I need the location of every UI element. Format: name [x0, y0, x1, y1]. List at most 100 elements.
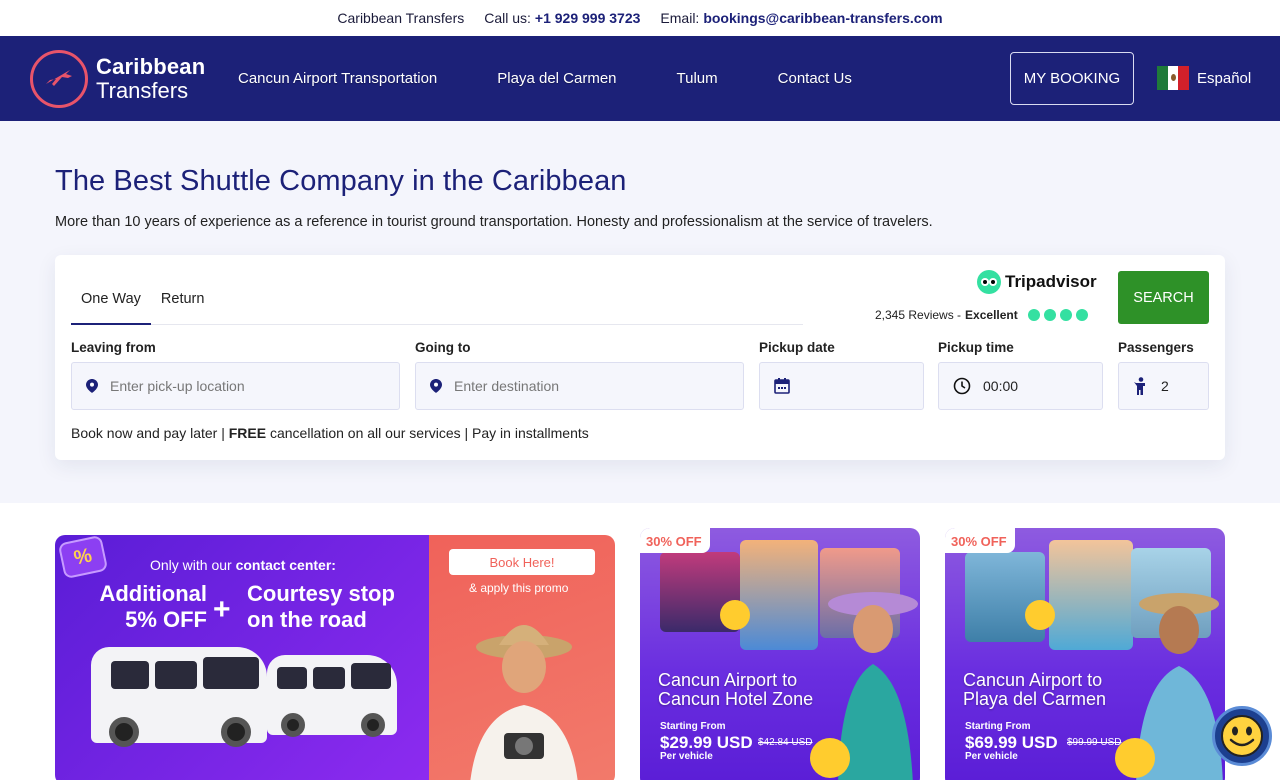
- email-link[interactable]: bookings@caribbean-transfers.com: [703, 10, 942, 26]
- pickup-time-value: 00:00: [983, 378, 1019, 394]
- smiley-emoji-icon: [810, 738, 850, 778]
- passengers-field: Passengers 2: [1118, 340, 1209, 410]
- discount-badge: 30% OFF: [945, 528, 1015, 553]
- pickup-time-input[interactable]: 00:00: [938, 362, 1103, 410]
- clock-icon: [953, 377, 971, 395]
- company-name: Caribbean Transfers: [337, 10, 465, 26]
- deal-title-line2: Playa del Carmen: [963, 689, 1107, 710]
- nav-link-contact[interactable]: Contact Us: [778, 70, 852, 87]
- promotions-section: % Only with our contact center: Addition…: [0, 503, 1280, 780]
- starting-from-label: Starting From: [965, 721, 1031, 732]
- leaving-from-field: Leaving from Enter pick-up location: [71, 340, 400, 410]
- promo-offer-line1: Additional: [99, 581, 207, 606]
- van-image: [91, 647, 267, 747]
- passengers-value: 2: [1161, 378, 1169, 394]
- hero-section: The Best Shuttle Company in the Caribbea…: [0, 121, 1280, 503]
- deal-title-line1: Cancun Airport to: [658, 670, 798, 690]
- deal-photo: [740, 540, 818, 650]
- nav-link-tulum[interactable]: Tulum: [677, 70, 718, 87]
- email-label: Email:: [660, 10, 700, 26]
- book-here-button[interactable]: Book Here!: [449, 549, 595, 575]
- going-to-input[interactable]: Enter destination: [415, 362, 744, 410]
- pickup-date-input[interactable]: [759, 362, 924, 410]
- note-prefix: Book now and pay later |: [71, 425, 225, 441]
- apply-promo-text: & apply this promo: [469, 581, 569, 595]
- call-label: Call us:: [484, 10, 531, 26]
- logo[interactable]: Caribbean Transfers: [30, 49, 210, 108]
- promo-offer-line2: 5% OFF: [125, 607, 207, 633]
- going-to-field: Going to Enter destination: [415, 340, 744, 410]
- leaving-from-label: Leaving from: [71, 340, 156, 355]
- phone-link[interactable]: +1 929 999 3723: [535, 10, 641, 26]
- deal-old-price: $42.84 USD: [758, 737, 813, 748]
- logo-line2: Transfers: [96, 77, 189, 103]
- promo-contact-bold: contact center:: [235, 557, 336, 573]
- language-switch[interactable]: Español: [1157, 66, 1251, 90]
- person-icon: [1134, 377, 1145, 395]
- promo-courtesy-line1: Courtesy stop: [247, 581, 395, 606]
- leaving-from-input[interactable]: Enter pick-up location: [71, 362, 400, 410]
- tripadvisor-owl-icon: [977, 270, 1001, 294]
- reviews-rating: Excellent: [965, 308, 1018, 322]
- promo-contact-text: Only with our contact center:: [150, 557, 336, 573]
- discount-badge: 30% OFF: [640, 528, 710, 553]
- tab-one-way[interactable]: One Way: [71, 281, 151, 325]
- smiley-emoji-icon: [720, 600, 750, 630]
- promo-book-panel: Book Here! & apply this promo: [429, 535, 615, 780]
- deal-price: $29.99 USD: [660, 733, 753, 752]
- nav-links: Cancun Airport Transportation Playa del …: [238, 70, 852, 87]
- mexico-flag-icon: [1157, 66, 1190, 90]
- smiley-emoji-icon: [1025, 600, 1055, 630]
- passengers-input[interactable]: 2: [1118, 362, 1209, 410]
- note-free: FREE: [228, 425, 267, 441]
- going-to-placeholder: Enter destination: [454, 378, 560, 394]
- logo-line1: Caribbean: [96, 53, 206, 79]
- starting-from-label: Starting From: [660, 721, 726, 732]
- passengers-label: Passengers: [1118, 340, 1194, 355]
- phone-info: Call us: +1 929 999 3723: [484, 10, 640, 26]
- rating-dots: [1027, 309, 1088, 321]
- contact-center-promo-banner[interactable]: % Only with our contact center: Addition…: [55, 535, 615, 780]
- deal-title: Cancun Airport to Cancun Hotel Zone: [658, 670, 814, 710]
- pickup-date-field: Pickup date: [759, 340, 924, 410]
- deal-title-line1: Cancun Airport to: [963, 670, 1103, 690]
- search-button[interactable]: SEARCH: [1118, 271, 1209, 324]
- calendar-icon: [774, 378, 790, 394]
- page-title: The Best Shuttle Company in the Caribbea…: [55, 165, 627, 197]
- main-nav: Caribbean Transfers Cancun Airport Trans…: [0, 36, 1280, 121]
- deal-title-line2: Cancun Hotel Zone: [658, 689, 814, 710]
- percent-badge-icon: %: [57, 535, 109, 580]
- going-to-label: Going to: [415, 340, 471, 355]
- pickup-time-label: Pickup time: [938, 340, 1014, 355]
- chat-widget-button[interactable]: [1212, 706, 1272, 766]
- promo-offer-panel: % Only with our contact center: Addition…: [55, 535, 429, 780]
- promo-courtesy-line2: on the road: [247, 607, 367, 633]
- language-label: Español: [1197, 69, 1252, 87]
- tripadvisor-name: Tripadvisor: [1005, 272, 1097, 291]
- note-suffix: cancellation on all our services | Pay i…: [269, 425, 589, 441]
- deal-title: Cancun Airport to Playa del Carmen: [963, 670, 1107, 710]
- search-form: One Way Return Tripadvisor 2,345 Reviews…: [55, 255, 1225, 460]
- pickup-time-field: Pickup time 00:00: [938, 340, 1103, 410]
- leaving-from-placeholder: Enter pick-up location: [110, 378, 245, 394]
- per-vehicle-label: Per vehicle: [965, 751, 1018, 762]
- nav-link-cancun-airport[interactable]: Cancun Airport Transportation: [238, 70, 437, 87]
- tripadvisor-badge[interactable]: Tripadvisor: [977, 270, 1097, 294]
- deal-card-playa-del-carmen[interactable]: 30% OFF Cancun Airport to Playa del Carm…: [945, 528, 1225, 780]
- booking-note: Book now and pay later | FREE cancellati…: [71, 425, 589, 441]
- tripadvisor-reviews: 2,345 Reviews - Excellent: [875, 308, 1088, 322]
- promo-courtesy-text: Courtesy stop on the road: [247, 581, 395, 634]
- location-pin-icon: [430, 379, 442, 393]
- tab-return[interactable]: Return: [151, 281, 215, 325]
- pickup-date-label: Pickup date: [759, 340, 835, 355]
- nav-link-playa-del-carmen[interactable]: Playa del Carmen: [497, 70, 616, 87]
- reviews-count: 2,345 Reviews -: [875, 308, 962, 322]
- logo-plane-icon: [30, 49, 88, 108]
- promo-offer-text: Additional 5% OFF: [85, 581, 207, 634]
- traveler-photo: [470, 625, 578, 780]
- deal-card-hotel-zone[interactable]: 30% OFF Cancun Airport to Cancun Hotel Z…: [640, 528, 920, 780]
- my-booking-button[interactable]: MY BOOKING: [1010, 52, 1134, 105]
- deal-old-price: $99.99 USD: [1067, 737, 1122, 748]
- deal-price: $69.99 USD: [965, 733, 1058, 752]
- smiley-chat-icon: [1221, 715, 1263, 757]
